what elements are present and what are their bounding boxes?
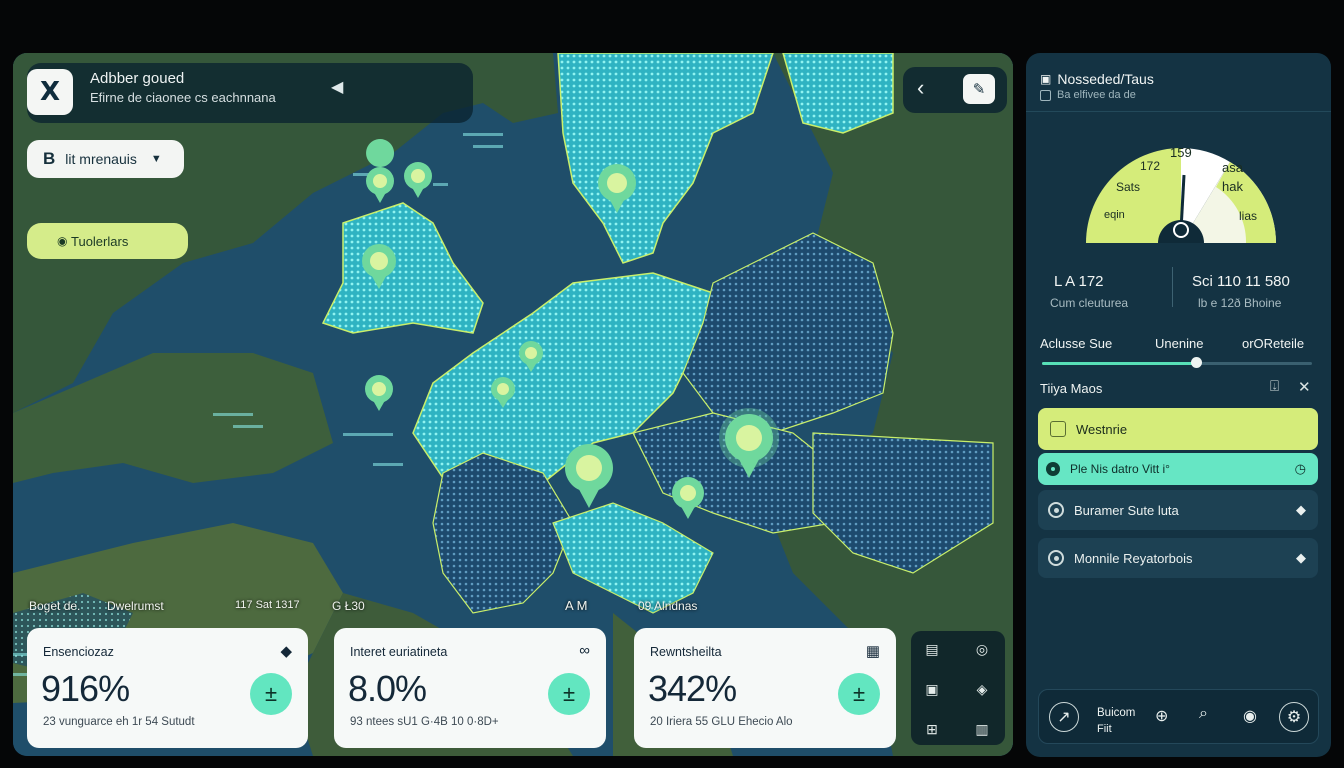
slider-fill	[1042, 362, 1196, 365]
pencil-icon: ✎	[972, 81, 986, 98]
divider	[1172, 267, 1173, 307]
stat-card[interactable]: Ensenciozaz ◆ 916% 23 vunguarce eh 1r 54…	[27, 628, 308, 748]
list-item[interactable]: Monnile Reyatorbois ◆	[1038, 538, 1318, 578]
stat-subtext: 93 ntees sU1 G·4B 10 0·8D+	[350, 716, 499, 728]
map-panel[interactable]: X Adbber goued Efirne de ciaonee cs each…	[13, 53, 1013, 756]
map-tool-grid: ▤ ◎ ▣ ◈ ⊞ ▥	[911, 631, 1005, 745]
list-item-label: Buramer Sute luta	[1074, 502, 1179, 518]
panel-subtitle[interactable]: Ba elfivee da de	[1040, 89, 1136, 101]
legend-item: Unenine	[1155, 336, 1204, 351]
side-panel: ▣ Nosseded/Taus Ba elfivee da de 172 159…	[1026, 53, 1331, 757]
chevron-down-icon: ▼	[150, 153, 162, 165]
layer-dropdown-label: lit mrenauis	[65, 151, 137, 167]
add-button[interactable]: ±	[838, 673, 880, 715]
download-icon[interactable]: ⍗	[1270, 378, 1279, 395]
zoom-in-icon[interactable]: ⊕	[1155, 706, 1168, 726]
layer-icon: B	[43, 149, 56, 168]
metric-left-value: L A 172	[1054, 273, 1104, 290]
stat-value: 342%	[648, 668, 737, 709]
layer-dropdown[interactable]: B lit mrenauis ▼	[27, 140, 184, 178]
list-item-label: Westnrie	[1076, 421, 1128, 437]
gauge-label: hak	[1222, 179, 1243, 194]
gauge-label: 159	[1170, 145, 1192, 160]
gauge-label: eqin	[1104, 209, 1125, 221]
target-icon[interactable]: ◉	[1243, 706, 1257, 726]
checkbox-icon: ▣	[1040, 72, 1052, 86]
divider	[1026, 111, 1331, 112]
diamond-icon: ◆	[1296, 550, 1306, 565]
checkbox[interactable]	[1040, 89, 1051, 101]
list-item-label: Ple Nis datro Vitt i°	[1070, 462, 1170, 476]
diamond-icon: ◆	[1296, 502, 1306, 517]
globe-icon[interactable]: ◎	[967, 637, 997, 661]
radio-icon[interactable]	[1046, 462, 1060, 476]
panel-title-text: Nosseded/Taus	[1057, 71, 1154, 87]
gauge-label: 172	[1140, 159, 1161, 173]
toolbar-label: Buicom	[1097, 707, 1136, 719]
edit-button[interactable]: ✎	[963, 74, 995, 104]
map-label: 09 Alndnas	[638, 599, 698, 613]
toolbar-label: Fiit	[1097, 723, 1112, 735]
settings-icon[interactable]: ⚙	[1279, 702, 1309, 732]
back-arrow-icon[interactable]: ◀	[331, 77, 343, 97]
stat-value: 916%	[41, 668, 130, 709]
stat-subtext: 23 vunguarce eh 1r 54 Sutudt	[43, 716, 195, 728]
panel-subtitle-text: Ba elfivee da de	[1057, 89, 1136, 101]
layers-icon[interactable]: ▤	[917, 637, 947, 661]
measure-icon[interactable]: ⊞	[917, 717, 947, 741]
stat-value: 8.0%	[348, 668, 427, 709]
list-header: Tiiya Maos	[1040, 381, 1103, 396]
tools-button-label: Tuolerlars	[71, 233, 129, 249]
target-icon: ◉	[57, 234, 68, 248]
list-item-label: Monnile Reyatorbois	[1074, 550, 1193, 566]
metric-right-label: lb e 12ð Bhoine	[1198, 296, 1282, 310]
map-label: G Ł30	[332, 599, 365, 613]
page-title: Adbber goued	[90, 70, 185, 87]
add-button[interactable]: ±	[548, 673, 590, 715]
export-icon[interactable]: ▥	[967, 717, 997, 741]
chat-icon: ◆	[280, 643, 292, 660]
stat-card[interactable]: Rewntsheilta ▦ 342% 20 Iriera 55 GLU Ehe…	[634, 628, 896, 748]
calendar-icon: ▦	[865, 643, 880, 660]
link-icon: ∞	[579, 642, 590, 659]
radio-icon[interactable]	[1048, 550, 1064, 566]
add-button[interactable]: ±	[250, 673, 292, 715]
legend-item: Aclusse Sue	[1040, 336, 1113, 351]
map-label: Dwelrumst	[107, 599, 164, 613]
checkbox[interactable]	[1050, 421, 1066, 437]
stat-title: Interet euriatineta	[350, 645, 448, 659]
list-item[interactable]: Westnrie	[1038, 408, 1318, 450]
stat-title: Rewntsheilta	[650, 645, 722, 659]
clock-icon: ◷	[1294, 461, 1306, 476]
radio-icon[interactable]	[1048, 502, 1064, 518]
slider-handle[interactable]	[1190, 357, 1202, 368]
panel-title: ▣ Nosseded/Taus	[1040, 71, 1154, 87]
grid-icon[interactable]: ▣	[917, 677, 947, 701]
stat-subtext: 20 Iriera 55 GLU Ehecio Alo	[650, 716, 793, 728]
map-label: Boget de.	[29, 599, 81, 613]
close-icon[interactable]: ✕	[1298, 378, 1311, 396]
metric-right-value: Sci 110 11 580	[1192, 273, 1290, 290]
page-subtitle: Efirne de ciaonee cs eachnnana	[90, 90, 276, 105]
map-label: A M	[565, 598, 588, 613]
map-label: 117 Sat 1317	[235, 599, 300, 611]
pin-icon[interactable]: ◈	[967, 677, 997, 701]
compass-icon[interactable]: ↗	[1049, 702, 1079, 732]
list-item[interactable]: Buramer Sute luta ◆	[1038, 490, 1318, 530]
list-item[interactable]: Ple Nis datro Vitt i° ◷	[1038, 453, 1318, 485]
chevron-left-icon[interactable]: ‹	[917, 75, 924, 101]
gauge-label: Sats	[1116, 180, 1141, 194]
gauge-label: lias	[1239, 209, 1258, 223]
metric-left-label: Cum cleuturea	[1050, 296, 1129, 310]
bottom-toolbar: ↗ Buicom Fiit ⊕ ⌕ ◉ ⚙	[1038, 689, 1319, 744]
search-icon[interactable]: ⌕	[1199, 705, 1208, 723]
legend-item: orOReteile	[1242, 336, 1305, 351]
stat-title: Ensenciozaz	[43, 645, 114, 659]
tools-button[interactable]: ◉ Tuolerlars	[27, 223, 188, 259]
gauge-label: asa	[1222, 160, 1243, 175]
close-button[interactable]: X	[27, 69, 73, 115]
stat-card[interactable]: Interet euriatineta ∞ 8.0% 93 ntees sU1 …	[334, 628, 606, 748]
